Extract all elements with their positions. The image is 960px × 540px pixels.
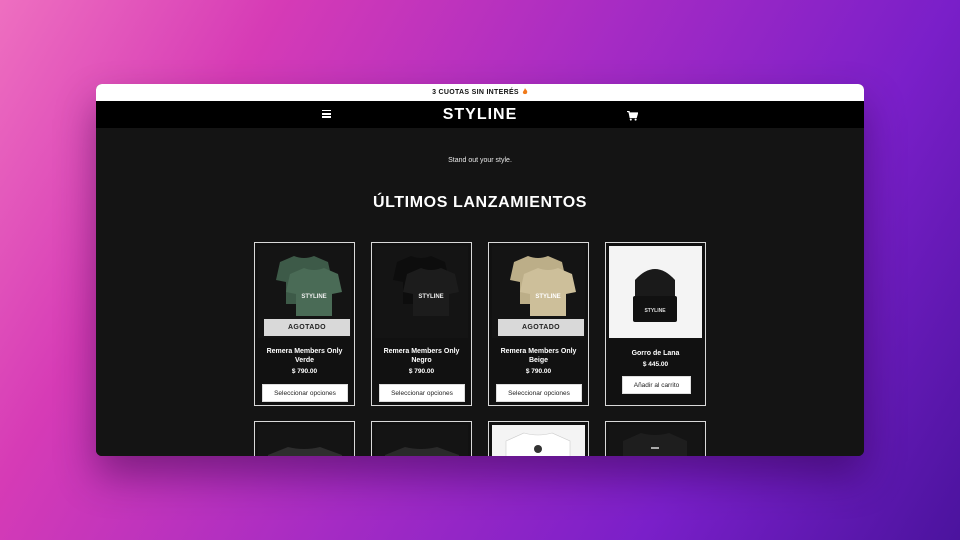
add-to-cart-button[interactable]: Añadir al carrito bbox=[622, 376, 691, 394]
product-card[interactable] bbox=[254, 421, 355, 456]
product-card[interactable] bbox=[488, 421, 589, 456]
product-card[interactable] bbox=[605, 421, 706, 456]
product-name[interactable]: Remera Members Only Verde bbox=[255, 347, 354, 365]
announcement-text: 3 CUOTAS SIN INTERÉS bbox=[432, 89, 519, 96]
svg-text:STYLINE: STYLINE bbox=[535, 294, 560, 300]
select-options-button[interactable]: Seleccionar opciones bbox=[496, 384, 582, 402]
announcement-bar: 3 CUOTAS SIN INTERÉS bbox=[96, 84, 864, 101]
flame-icon bbox=[522, 88, 528, 97]
select-options-button[interactable]: Seleccionar opciones bbox=[379, 384, 465, 402]
site-header: STYLINE bbox=[96, 101, 864, 128]
product-image[interactable] bbox=[609, 425, 702, 456]
product-name[interactable]: Remera Members Only Beige bbox=[489, 347, 588, 365]
product-card[interactable]: STYLINE Gorro de Lana $ 445.00 Añadir al… bbox=[605, 242, 706, 406]
product-price: $ 790.00 bbox=[408, 368, 435, 375]
product-price: $ 445.00 bbox=[642, 361, 669, 368]
product-card[interactable]: STYLINE AGOTADO Remera Members Only Beig… bbox=[488, 242, 589, 406]
product-name[interactable]: Gorro de Lana bbox=[606, 349, 705, 358]
product-price: $ 790.00 bbox=[291, 368, 318, 375]
svg-text:STYLINE: STYLINE bbox=[301, 294, 326, 300]
product-image[interactable]: STYLINE bbox=[609, 246, 702, 338]
browser-window: 3 CUOTAS SIN INTERÉS STYLINE Stand out y… bbox=[96, 84, 864, 456]
sold-out-badge: AGOTADO bbox=[264, 319, 350, 336]
product-name[interactable]: Remera Members Only Negro bbox=[372, 347, 471, 365]
tagline: Stand out your style. bbox=[448, 157, 512, 164]
section-title: ÚLTIMOS LANZAMIENTOS bbox=[372, 194, 588, 211]
product-image[interactable]: STYLINE bbox=[375, 246, 468, 338]
svg-text:STYLINE: STYLINE bbox=[644, 308, 666, 314]
hamburger-menu-icon[interactable] bbox=[322, 110, 331, 118]
product-image[interactable]: STYLINE AGOTADO bbox=[258, 246, 351, 338]
product-image[interactable] bbox=[375, 425, 468, 456]
select-options-button[interactable]: Seleccionar opciones bbox=[262, 384, 348, 402]
site-logo[interactable]: STYLINE bbox=[443, 106, 518, 124]
product-card[interactable]: STYLINE AGOTADO Remera Members Only Verd… bbox=[254, 242, 355, 406]
product-price: $ 790.00 bbox=[525, 368, 552, 375]
product-card[interactable] bbox=[371, 421, 472, 456]
shopping-cart-icon[interactable] bbox=[627, 108, 639, 121]
main-content: Stand out your style. ÚLTIMOS LANZAMIENT… bbox=[96, 128, 864, 456]
product-image[interactable] bbox=[258, 425, 351, 456]
product-image[interactable]: STYLINE AGOTADO bbox=[492, 246, 585, 338]
sold-out-badge: AGOTADO bbox=[498, 319, 584, 336]
product-card[interactable]: STYLINE Remera Members Only Negro $ 790.… bbox=[371, 242, 472, 406]
svg-text:STYLINE: STYLINE bbox=[418, 294, 443, 300]
product-image[interactable] bbox=[492, 425, 585, 456]
